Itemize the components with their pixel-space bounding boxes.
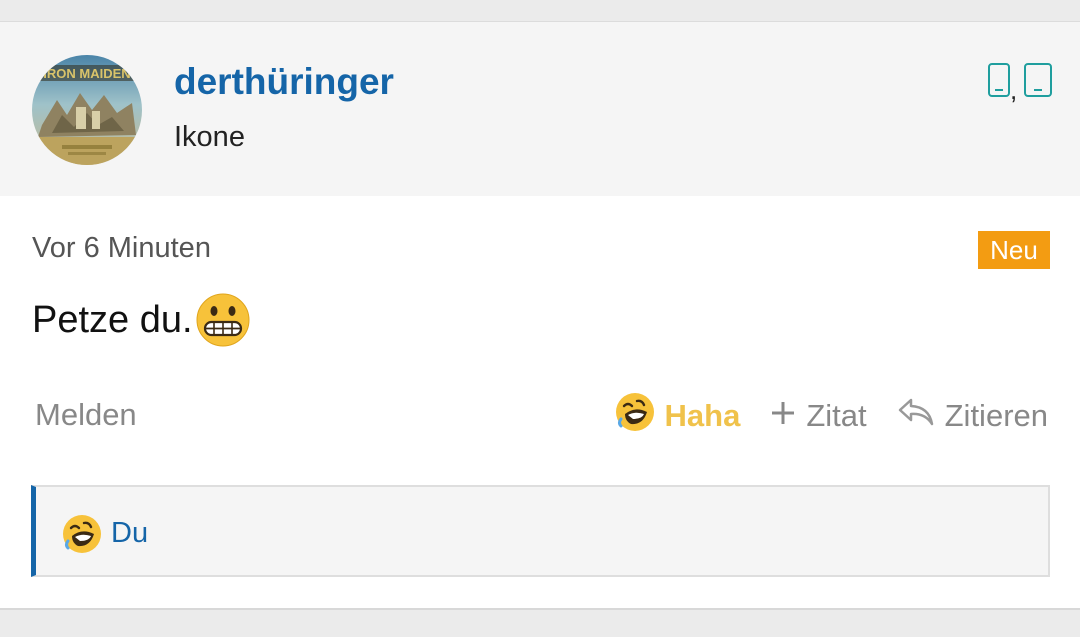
reactions-summary[interactable]: Du [31, 485, 1050, 577]
grimacing-face-emoji [195, 292, 251, 348]
message-text: Petze du. [32, 298, 193, 341]
rofl-emoji-icon [62, 514, 102, 554]
avatar[interactable]: IRON MAIDEN [32, 55, 142, 165]
reply-arrow-icon [897, 396, 935, 437]
report-link[interactable]: Melden [35, 396, 137, 434]
top-divider [0, 0, 1080, 22]
new-badge: Neu [978, 231, 1050, 269]
plus-icon [770, 397, 796, 435]
haha-reaction-button[interactable]: Haha [615, 392, 741, 441]
author-username[interactable]: derthüringer [174, 60, 394, 104]
device-separator: , [1010, 75, 1018, 105]
reaction-users-link[interactable]: Du [111, 514, 148, 552]
phone-icon [988, 63, 1010, 97]
reply-quote-button[interactable]: Zitieren [897, 396, 1048, 437]
post-message: Petze du. [32, 290, 251, 350]
post-timestamp[interactable]: Vor 6 Minuten [32, 230, 211, 266]
forum-post: IRON MAIDEN derthüringer Ikone , Vor 6 M… [0, 22, 1080, 610]
bottom-divider [0, 612, 1080, 637]
author-rank: Ikone [174, 121, 245, 153]
add-quote-label: Zitat [806, 398, 867, 433]
tablet-icon [1024, 63, 1052, 97]
device-indicator: , [984, 63, 1054, 105]
post-header: IRON MAIDEN derthüringer Ikone , [0, 22, 1080, 196]
haha-label: Haha [664, 398, 741, 433]
post-actions: Haha Zitat Zitieren [615, 392, 1048, 441]
rofl-emoji-icon [615, 392, 655, 441]
reply-quote-label: Zitieren [944, 398, 1048, 433]
avatar-logo-text: IRON MAIDEN [43, 66, 130, 81]
avatar-image: IRON MAIDEN [32, 55, 142, 165]
add-quote-button[interactable]: Zitat [770, 397, 867, 435]
